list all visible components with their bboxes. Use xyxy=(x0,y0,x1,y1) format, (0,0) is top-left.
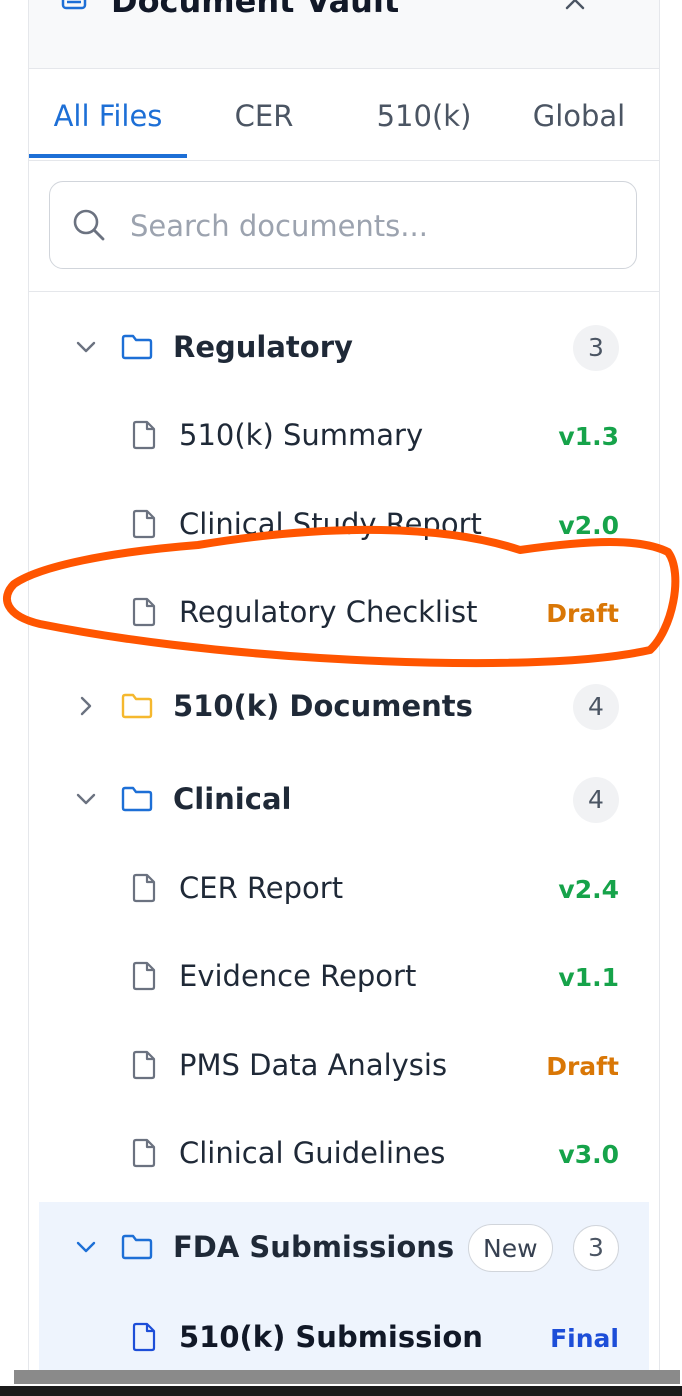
folder-fda-submissions[interactable]: FDA Submissions New 3 xyxy=(29,1208,659,1288)
folder-name: Regulatory xyxy=(173,330,353,364)
document-icon xyxy=(132,873,156,903)
folder-icon xyxy=(121,334,153,360)
file-name: Clinical Guidelines xyxy=(179,1136,446,1170)
version-badge: v1.1 xyxy=(558,963,619,992)
search-input[interactable] xyxy=(128,200,622,252)
active-tab-indicator xyxy=(29,154,187,158)
file-name: Regulatory Checklist xyxy=(179,595,478,629)
search-icon xyxy=(73,209,105,241)
document-icon xyxy=(132,961,156,991)
file-name: CER Report xyxy=(179,871,344,905)
folder-name: FDA Submissions xyxy=(173,1230,455,1264)
divider xyxy=(29,291,659,292)
new-badge: New xyxy=(468,1224,553,1272)
file-regulatory-checklist[interactable]: Regulatory Checklist Draft xyxy=(29,573,659,653)
item-count-badge: 3 xyxy=(573,1225,619,1271)
file-510k-summary[interactable]: 510(k) Summary v1.3 xyxy=(29,396,659,476)
folder-510k-documents[interactable]: 510(k) Documents 4 xyxy=(29,667,659,747)
scroll-edge-shadow xyxy=(14,1370,680,1384)
file-cer-report[interactable]: CER Report v2.4 xyxy=(29,849,659,929)
folder-icon xyxy=(121,693,153,719)
panel-header: Document Vault xyxy=(29,0,659,69)
filter-tabs: All Files CER 510(k) Global xyxy=(29,68,659,161)
document-icon xyxy=(132,1138,156,1168)
file-evidence-report[interactable]: Evidence Report v1.1 xyxy=(29,937,659,1017)
panel-title: Document Vault xyxy=(111,0,400,20)
folder-regulatory[interactable]: Regulatory 3 xyxy=(29,308,659,388)
folder-clinical[interactable]: Clinical 4 xyxy=(29,760,659,840)
item-count-badge: 4 xyxy=(573,684,619,730)
file-name: Evidence Report xyxy=(179,959,417,993)
version-badge: v2.0 xyxy=(558,511,619,540)
close-icon[interactable] xyxy=(563,0,587,12)
file-pms-data-analysis[interactable]: PMS Data Analysis Draft xyxy=(29,1026,659,1106)
file-name: 510(k) Submission xyxy=(179,1320,483,1354)
drive-icon xyxy=(61,0,87,10)
document-icon xyxy=(132,1050,156,1080)
status-badge: Draft xyxy=(546,599,619,628)
status-badge: Draft xyxy=(546,1052,619,1081)
tab-cer[interactable]: CER xyxy=(209,68,319,160)
document-icon xyxy=(132,597,156,627)
folder-icon xyxy=(121,1234,153,1260)
bottom-edge xyxy=(0,1386,682,1396)
version-badge: v2.4 xyxy=(558,875,619,904)
document-vault-panel: Document Vault All Files CER 510(k) Glob… xyxy=(28,0,660,1372)
file-name: PMS Data Analysis xyxy=(179,1048,448,1082)
file-name: 510(k) Summary xyxy=(179,418,424,452)
document-icon xyxy=(132,420,156,450)
item-count-badge: 4 xyxy=(573,777,619,823)
folder-icon xyxy=(121,786,153,812)
status-badge: Final xyxy=(550,1324,619,1353)
tab-global[interactable]: Global xyxy=(519,68,639,160)
file-clinical-study-report[interactable]: Clinical Study Report v2.0 xyxy=(29,485,659,565)
file-clinical-guidelines[interactable]: Clinical Guidelines v3.0 xyxy=(29,1114,659,1194)
file-510k-submission[interactable]: 510(k) Submission Final xyxy=(29,1298,659,1372)
version-badge: v3.0 xyxy=(558,1140,619,1169)
item-count-badge: 3 xyxy=(573,325,619,371)
tab-510k[interactable]: 510(k) xyxy=(359,68,489,160)
chevron-down-icon[interactable] xyxy=(75,1236,97,1258)
tab-all-files[interactable]: All Files xyxy=(29,68,187,160)
document-icon xyxy=(132,509,156,539)
version-badge: v1.3 xyxy=(558,422,619,451)
chevron-down-icon[interactable] xyxy=(75,336,97,358)
chevron-down-icon[interactable] xyxy=(75,788,97,810)
search-box xyxy=(49,181,637,269)
chevron-right-icon[interactable] xyxy=(75,695,97,717)
file-name: Clinical Study Report xyxy=(179,507,482,541)
document-icon xyxy=(132,1322,156,1352)
folder-name: 510(k) Documents xyxy=(173,689,473,723)
folder-name: Clinical xyxy=(173,782,292,816)
